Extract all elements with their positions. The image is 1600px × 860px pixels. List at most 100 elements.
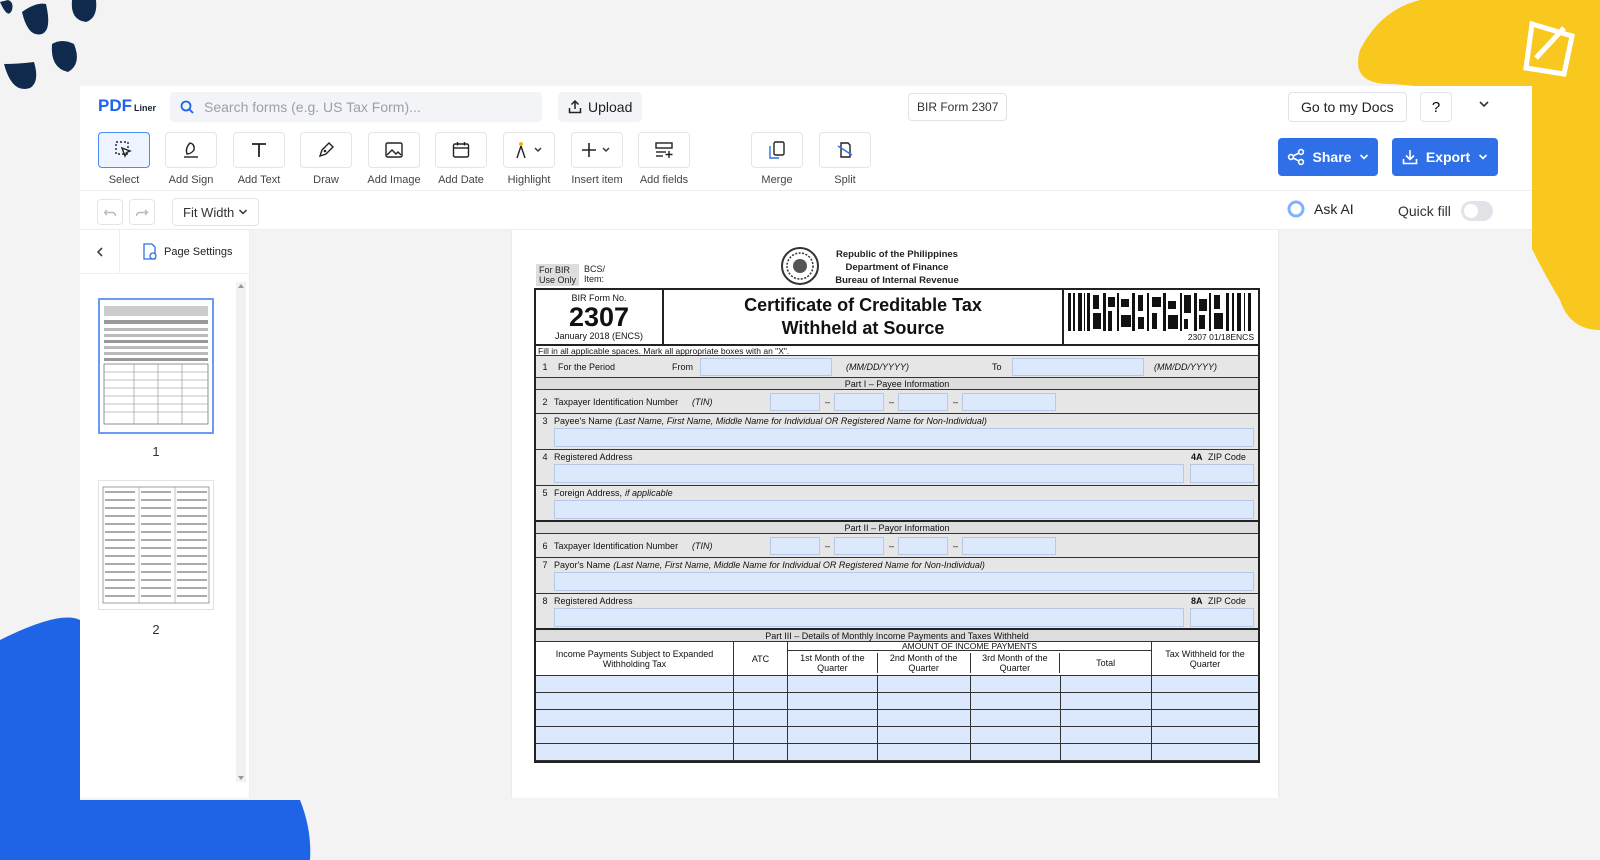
payor-tin-3-input[interactable] (898, 537, 948, 555)
payor-tin-2-input[interactable] (834, 537, 884, 555)
table-row[interactable] (536, 676, 1258, 693)
zip-label: ZIP Code (1208, 452, 1246, 462)
export-button[interactable]: Export (1392, 138, 1498, 176)
document-title[interactable]: BIR Form 2307 (908, 93, 1008, 121)
tool-add-date[interactable]: Add Date (432, 132, 490, 186)
tin-hint: (TIN) (692, 396, 713, 407)
tool-insert-item[interactable]: Insert item (568, 132, 626, 186)
split-icon (837, 142, 853, 158)
use-only-label: Use Only (539, 275, 577, 285)
period-to-input[interactable] (1012, 358, 1144, 376)
chevron-down-icon (1479, 154, 1488, 160)
payor-tin-4-input[interactable] (962, 537, 1056, 555)
zip-number: 8A (1191, 596, 1203, 606)
table-row[interactable] (536, 744, 1258, 761)
page-settings-button[interactable]: Page Settings (120, 242, 233, 261)
page-thumbnail-1[interactable] (98, 298, 214, 434)
part-2-header: Part II – Payor Information (536, 522, 1258, 534)
page-settings-icon (143, 242, 157, 260)
table-row[interactable] (536, 710, 1258, 727)
payee-tin-row: 2 Taxpayer Identification Number (TIN) –… (536, 390, 1258, 414)
page-preview (102, 486, 210, 604)
redo-button[interactable] (129, 199, 155, 225)
ask-ai-button[interactable]: Ask AI (1286, 199, 1354, 219)
tool-add-fields[interactable]: Add fields (635, 132, 693, 186)
barcode-code: 2307 01/18ENCS (1187, 332, 1254, 342)
page-thumbnail-2[interactable] (98, 480, 214, 610)
sidebar-scrollbar[interactable] (236, 282, 246, 782)
from-label: From (672, 361, 693, 372)
tool-merge[interactable]: Merge (748, 132, 806, 186)
payee-zip-input[interactable] (1190, 464, 1254, 483)
chevron-down-icon[interactable] (1478, 98, 1490, 110)
ask-ai-label: Ask AI (1314, 201, 1354, 217)
tool-add-image[interactable]: Add Image (365, 132, 423, 186)
payee-address-label: Registered Address (554, 452, 633, 462)
tool-label: Select (108, 174, 140, 186)
quick-fill-label: Quick fill (1398, 203, 1451, 219)
zoom-select[interactable]: Fit Width (172, 198, 260, 226)
pdfliner-logo[interactable]: PDF Liner (98, 96, 156, 116)
search-input[interactable] (204, 99, 504, 115)
draw-pen-icon (318, 142, 334, 158)
payee-name-hint: (Last Name, First Name, Middle Name for … (615, 416, 987, 426)
payor-address-row: 8 Registered Address 8A ZIP Code (536, 594, 1258, 630)
tool-split[interactable]: Split (816, 132, 874, 186)
col-tax-withheld: Tax Withheld for the Quarter (1165, 648, 1245, 669)
payee-address-input[interactable] (554, 464, 1184, 483)
search-box (170, 92, 542, 122)
payee-tin-2-input[interactable] (834, 393, 884, 411)
tool-label: Draw (313, 174, 339, 186)
upload-button[interactable]: Upload (558, 92, 643, 122)
payee-tin-3-input[interactable] (898, 393, 948, 411)
view-bar: Fit Width Ask AI Quick fill (80, 190, 1532, 230)
row-number: 2 (542, 396, 548, 407)
bir-seal-icon (781, 247, 819, 285)
payor-tin-1-input[interactable] (770, 537, 820, 555)
quick-fill-toggle[interactable] (1460, 201, 1493, 221)
row-number: 3 (542, 416, 548, 426)
payor-zip-input[interactable] (1190, 608, 1254, 627)
help-button[interactable]: ? (1420, 92, 1452, 122)
undo-button[interactable] (97, 199, 123, 225)
form-title: Certificate of Creditable Tax Withheld a… (664, 290, 1064, 344)
foreign-address-input[interactable] (554, 500, 1254, 519)
payor-address-input[interactable] (554, 608, 1184, 627)
dept-text: Department of Finance (845, 262, 949, 273)
tool-label: Add Sign (168, 174, 214, 186)
barcode-box: 2307 01/18ENCS (1064, 290, 1258, 344)
tool-draw[interactable]: Draw (297, 132, 355, 186)
payee-name-input[interactable] (554, 428, 1254, 447)
payor-address-label: Registered Address (554, 596, 633, 606)
export-label: Export (1425, 149, 1471, 165)
logo-main: PDF (98, 96, 132, 115)
tool-highlight[interactable]: Highlight (500, 132, 558, 186)
period-from-input[interactable] (700, 358, 832, 376)
tool-add-sign[interactable]: Add Sign (162, 132, 220, 186)
calendar-icon (452, 142, 470, 158)
foreign-address-row: 5 Foreign Address, if applicable (536, 486, 1258, 522)
go-to-my-docs-button[interactable]: Go to my Docs (1288, 92, 1407, 122)
form-date: January 2018 (ENCS) (554, 331, 644, 341)
plus-icon (582, 143, 610, 157)
tool-label: Add fields (639, 174, 689, 186)
row-number: 1 (542, 361, 548, 372)
app-window: PDF Liner Upload BIR Form 2307 Go to my … (80, 86, 1532, 798)
table-row[interactable] (536, 693, 1258, 710)
collapse-sidebar-button[interactable] (80, 229, 120, 274)
for-bir-label: For BIR (539, 265, 571, 275)
tool-add-text[interactable]: Add Text (230, 132, 288, 186)
table-row[interactable] (536, 727, 1258, 744)
payee-tin-1-input[interactable] (770, 393, 820, 411)
share-button[interactable]: Share (1278, 138, 1378, 176)
chevron-down-icon (239, 209, 248, 215)
payor-name-input[interactable] (554, 572, 1254, 591)
tool-select[interactable]: Select (95, 132, 153, 186)
tin-hint: (TIN) (692, 540, 713, 551)
tin-dash: – (889, 396, 895, 407)
tool-label: Insert item (571, 174, 623, 186)
bureau-text: Bureau of Internal Revenue (835, 275, 959, 286)
row-number: 7 (542, 560, 548, 570)
payee-tin-4-input[interactable] (962, 393, 1056, 411)
part-3-header: Part III – Details of Monthly Income Pay… (536, 630, 1258, 642)
